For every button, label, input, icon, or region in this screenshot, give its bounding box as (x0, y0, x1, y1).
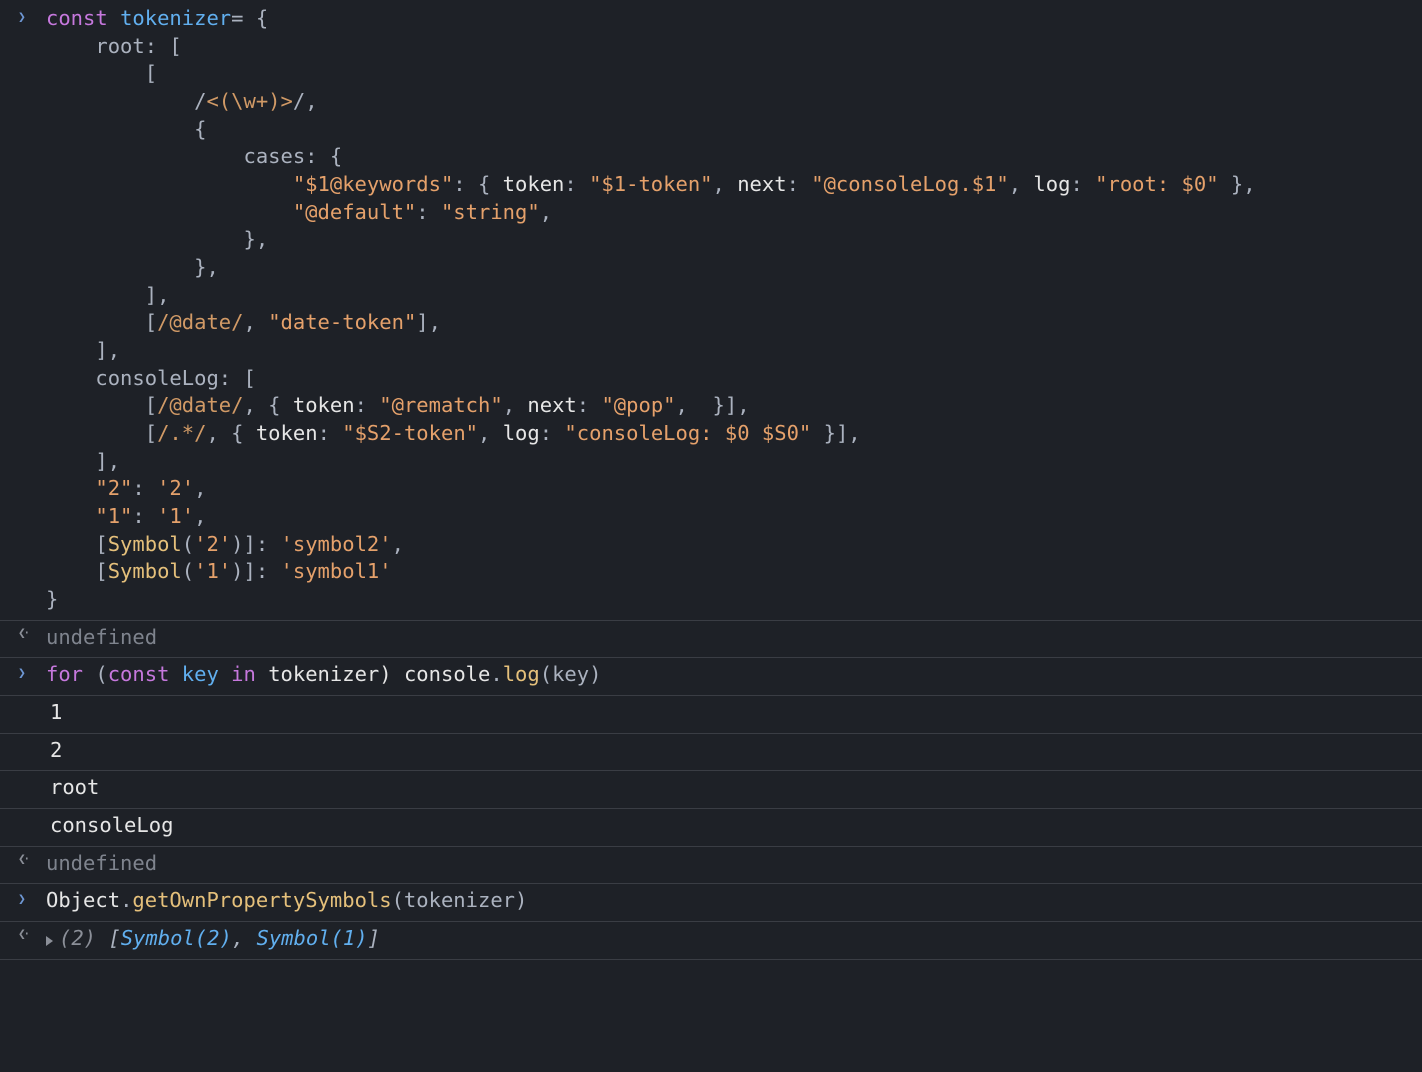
log-value: consoleLog (46, 812, 1422, 842)
array-length: (2) (59, 926, 96, 950)
log-value: root (46, 774, 1422, 804)
symbol-value: Symbol(1) (257, 926, 368, 950)
console-result-row: ❮· undefined (0, 847, 1422, 885)
undefined-result: undefined (46, 624, 1422, 654)
console-log-row: root (0, 771, 1422, 809)
log-value: 1 (46, 699, 1422, 729)
regex-literal: <(\w+)> (206, 89, 292, 113)
console-panel: const tokenizer= { root: [ [ /<(\w+)>/, … (0, 0, 1422, 960)
console-log-row: 1 (0, 696, 1422, 734)
input-chevron-icon (0, 887, 46, 907)
output-chevron-icon: ❮· (0, 624, 46, 641)
console-input-row[interactable]: const tokenizer= { root: [ [ /<(\w+)>/, … (0, 2, 1422, 621)
identifier: tokenizer (120, 6, 231, 30)
console-log-row: 2 (0, 734, 1422, 772)
console-input-row[interactable]: for (const key in tokenizer) console.log… (0, 658, 1422, 696)
code-line: for (const key in tokenizer) console.log… (46, 661, 1422, 691)
symbol-value: Symbol(2) (121, 926, 232, 950)
array-result[interactable]: (2) [Symbol(2), Symbol(1)] (46, 925, 1422, 955)
console-input-row[interactable]: Object.getOwnPropertySymbols(tokenizer) (0, 884, 1422, 922)
input-chevron-icon (0, 661, 46, 681)
console-result-row[interactable]: ❮· (2) [Symbol(2), Symbol(1)] (0, 922, 1422, 960)
code-block: const tokenizer= { root: [ [ /<(\w+)>/, … (46, 5, 1422, 616)
keyword: const (46, 6, 108, 30)
output-chevron-icon: ❮· (0, 925, 46, 942)
output-chevron-icon: ❮· (0, 850, 46, 867)
console-log-row: consoleLog (0, 809, 1422, 847)
expand-triangle-icon[interactable] (46, 936, 53, 946)
console-result-row: ❮· undefined (0, 621, 1422, 659)
input-chevron-icon (0, 5, 46, 25)
undefined-result: undefined (46, 850, 1422, 880)
log-value: 2 (46, 737, 1422, 767)
code-line: Object.getOwnPropertySymbols(tokenizer) (46, 887, 1422, 917)
